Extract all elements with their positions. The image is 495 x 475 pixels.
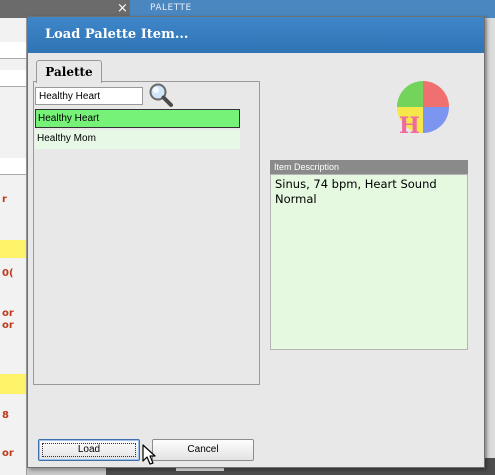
mouse-cursor-icon bbox=[142, 444, 156, 465]
background-row bbox=[0, 158, 26, 175]
background-cell: or bbox=[2, 320, 14, 331]
palette-logo-icon: H bbox=[397, 81, 449, 137]
background-row bbox=[0, 42, 26, 59]
background-highlight-row bbox=[0, 240, 26, 258]
cancel-button[interactable]: Cancel bbox=[152, 439, 254, 461]
description-header: Item Description bbox=[270, 160, 468, 174]
load-button[interactable]: Load bbox=[38, 439, 140, 461]
search-input[interactable] bbox=[35, 87, 143, 105]
background-row bbox=[0, 70, 26, 87]
background-cell: or bbox=[2, 448, 14, 459]
background-right-column bbox=[487, 18, 495, 475]
background-left-column: r 0( or or 8 or bbox=[0, 18, 27, 475]
background-cell: or bbox=[2, 308, 14, 319]
list-item[interactable]: Healthy Mom bbox=[35, 130, 240, 149]
background-cell: r bbox=[2, 194, 7, 205]
dialog-title-bar[interactable]: Load Palette Item... bbox=[28, 17, 484, 53]
focus-ring bbox=[42, 443, 136, 457]
tab-palette[interactable]: Palette bbox=[36, 60, 102, 83]
load-palette-dialog: Load Palette Item... Palette Healthy Hea… bbox=[27, 16, 485, 468]
logo-letter: H bbox=[399, 113, 420, 137]
cancel-button-label: Cancel bbox=[187, 444, 219, 455]
background-highlight-row bbox=[0, 374, 26, 394]
close-icon[interactable]: × bbox=[117, 1, 128, 16]
description-text: Sinus, 74 bpm, Heart Sound Normal bbox=[270, 174, 468, 350]
palette-item-list[interactable]: Healthy Heart Healthy Mom bbox=[35, 109, 240, 369]
search-icon[interactable] bbox=[148, 82, 174, 108]
background-cell: 0( bbox=[2, 268, 14, 279]
dialog-title: Load Palette Item... bbox=[45, 27, 189, 42]
background-title: PALETTE bbox=[150, 3, 192, 13]
background-cell: 8 bbox=[2, 410, 9, 421]
list-item-selected[interactable]: Healthy Heart bbox=[35, 109, 240, 128]
